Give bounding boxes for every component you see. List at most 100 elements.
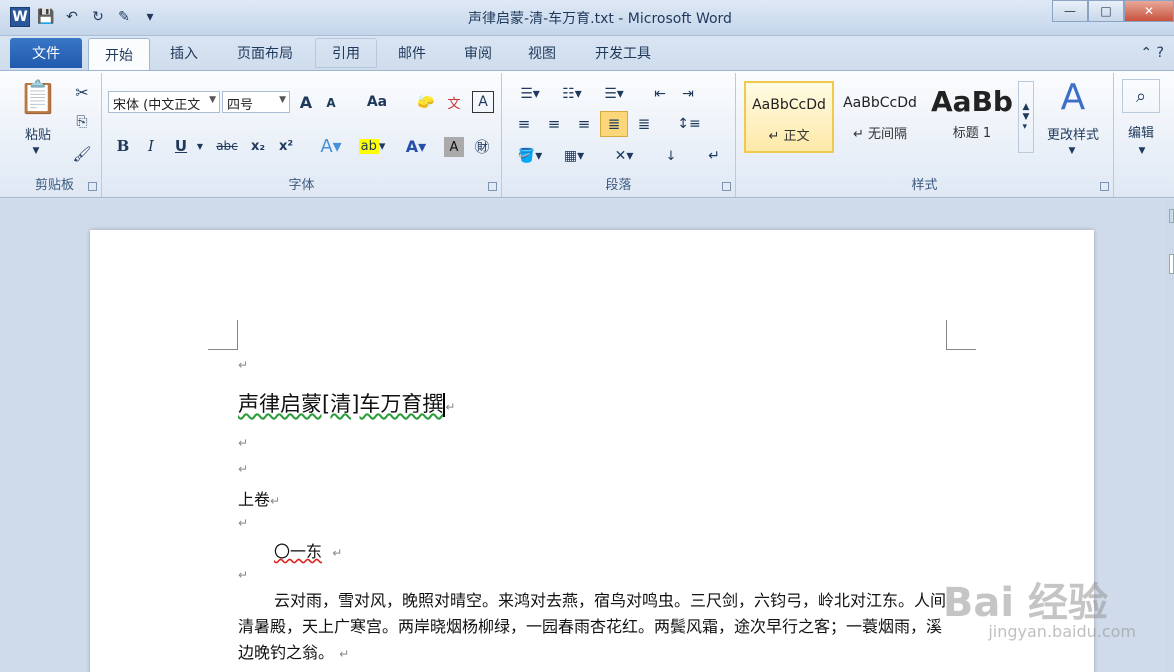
tab-file[interactable]: 文件 bbox=[10, 38, 82, 68]
clear-formatting-icon[interactable]: 🧽 bbox=[414, 91, 438, 113]
chapter-text: 〇一东 bbox=[274, 542, 323, 561]
ribbon: 📋 粘贴 ▼ ✂ ⎘ 🖌 剪贴板 宋体 (中文正文 ▼ 四号 ▼ A A Aa … bbox=[0, 70, 1174, 198]
tab-review[interactable]: 审阅 bbox=[450, 38, 506, 68]
style-heading-1[interactable]: AaBb 标题 1 bbox=[928, 81, 1016, 153]
minimize-button[interactable]: — bbox=[1052, 0, 1088, 22]
paste-dropdown-icon[interactable]: ▼ bbox=[26, 145, 46, 157]
align-right-icon[interactable]: ≡ bbox=[572, 113, 596, 135]
change-styles-dropdown-icon[interactable]: ▼ bbox=[1062, 145, 1082, 157]
tab-view[interactable]: 视图 bbox=[514, 38, 570, 68]
text-effects-icon[interactable]: A▾ bbox=[314, 135, 348, 157]
underline-button[interactable]: U bbox=[170, 135, 192, 157]
paste-icon[interactable]: 📋 bbox=[16, 77, 60, 117]
tab-mailings[interactable]: 邮件 bbox=[384, 38, 440, 68]
tab-home[interactable]: 开始 bbox=[88, 38, 150, 71]
subscript-button[interactable]: x₂ bbox=[246, 135, 270, 157]
tab-insert[interactable]: 插入 bbox=[156, 38, 212, 68]
justify-icon[interactable]: ≣ bbox=[600, 111, 628, 137]
style-sample: AaBb bbox=[931, 85, 1013, 118]
styles-scroll-icon[interactable]: ▲ ▼ ▾ bbox=[1018, 81, 1034, 153]
shading-icon[interactable]: 🪣▾ bbox=[512, 145, 548, 167]
highlight-color-icon[interactable]: ab ▾ bbox=[352, 135, 392, 157]
scroll-up-icon[interactable] bbox=[1169, 254, 1174, 274]
styles-launcher-icon[interactable] bbox=[1100, 182, 1109, 191]
style-no-spacing[interactable]: AaBbCcDd ↵ 无间隔 bbox=[836, 81, 924, 153]
sort-icon[interactable]: ↓ bbox=[658, 145, 684, 167]
customize-qat-icon[interactable]: ▾ bbox=[140, 7, 160, 27]
style-normal[interactable]: AaBbCcDd ↵ 正文 bbox=[744, 81, 834, 153]
style-name: ↵ 无间隔 bbox=[852, 127, 908, 142]
font-size-combo[interactable]: 四号 ▼ bbox=[222, 91, 290, 113]
change-styles-button[interactable]: 更改样式 bbox=[1036, 123, 1110, 143]
paste-button[interactable]: 粘贴 bbox=[16, 123, 60, 143]
multilevel-list-icon[interactable]: ☰▾ bbox=[596, 83, 632, 105]
undo-icon[interactable]: ↶ bbox=[62, 7, 82, 27]
watermark-url: jingyan.baidu.com bbox=[988, 622, 1136, 641]
copy-icon[interactable]: ⎘ bbox=[70, 111, 94, 133]
help-icon[interactable]: ⌃ ? bbox=[1140, 45, 1164, 61]
cut-icon[interactable]: ✂ bbox=[70, 81, 94, 103]
font-name-value: 宋体 (中文正文 bbox=[113, 98, 201, 113]
phonetic-guide-icon[interactable]: 文 bbox=[442, 91, 466, 113]
word-logo-icon[interactable]: W bbox=[10, 7, 30, 27]
close-button[interactable]: ✕ bbox=[1124, 0, 1174, 22]
format-painter-qat-icon[interactable]: ✎ bbox=[114, 7, 134, 27]
editing-button[interactable]: 编辑 bbox=[1118, 121, 1164, 141]
tab-developer[interactable]: 开发工具 bbox=[580, 38, 666, 68]
shrink-font-button[interactable]: A bbox=[320, 93, 342, 113]
underline-dropdown-icon[interactable]: ▼ bbox=[194, 137, 206, 155]
tab-page-layout[interactable]: 页面布局 bbox=[222, 38, 308, 68]
tab-references[interactable]: 引用 bbox=[315, 38, 377, 68]
character-border-icon[interactable]: A bbox=[472, 91, 494, 113]
ribbon-tabs: 文件 开始 插入 页面布局 引用 邮件 审阅 视图 开发工具 ⌃ ? bbox=[0, 36, 1174, 71]
margin-corner-top-right bbox=[946, 320, 976, 350]
font-launcher-icon[interactable] bbox=[488, 182, 497, 191]
align-left-icon[interactable]: ≡ bbox=[512, 113, 536, 135]
grow-font-button[interactable]: A bbox=[294, 91, 318, 113]
line-spacing-icon[interactable]: ↕≡ bbox=[672, 113, 706, 135]
change-styles-icon[interactable]: A bbox=[1040, 77, 1106, 118]
borders-icon[interactable]: ▦▾ bbox=[556, 145, 592, 167]
character-shading-icon[interactable]: A bbox=[444, 137, 464, 157]
binoculars-icon[interactable]: ⌕ bbox=[1122, 79, 1160, 113]
superscript-button[interactable]: x² bbox=[274, 135, 298, 157]
change-case-button[interactable]: Aa bbox=[360, 91, 394, 113]
paragraph-mark: ↵ bbox=[238, 516, 249, 530]
paragraph-mark: ↵ bbox=[270, 494, 281, 508]
increase-indent-icon[interactable]: ⇥ bbox=[676, 83, 700, 105]
strikethrough-button[interactable]: abc bbox=[212, 135, 242, 157]
bullets-icon[interactable]: ☰▾ bbox=[512, 83, 548, 105]
title-text: 声律启蒙[清]车万育撰 bbox=[238, 392, 444, 416]
font-name-combo[interactable]: 宋体 (中文正文 ▼ bbox=[108, 91, 220, 113]
redo-icon[interactable]: ↻ bbox=[88, 7, 108, 27]
bold-button[interactable]: B bbox=[112, 135, 134, 157]
numbering-icon[interactable]: ☷▾ bbox=[554, 83, 590, 105]
paragraph-mark: ↵ bbox=[339, 647, 350, 661]
chinese-layout-icon[interactable]: ✕▾ bbox=[606, 145, 642, 167]
italic-button[interactable]: I bbox=[140, 135, 162, 157]
style-name: 标题 1 bbox=[952, 126, 992, 141]
margin-corner-top-left bbox=[208, 320, 238, 350]
ruler-toggle-icon[interactable] bbox=[1169, 209, 1174, 223]
paragraph-mark: ↵ bbox=[238, 436, 249, 450]
format-painter-icon[interactable]: 🖌 bbox=[70, 143, 94, 165]
paragraph-group-label: 段落 bbox=[605, 178, 632, 193]
distributed-icon[interactable]: ≣ bbox=[632, 113, 656, 135]
decrease-indent-icon[interactable]: ⇤ bbox=[648, 83, 672, 105]
maximize-button[interactable]: □ bbox=[1088, 0, 1124, 22]
enclose-characters-icon[interactable]: ㊖ bbox=[470, 135, 494, 157]
show-marks-icon[interactable]: ↵ bbox=[702, 145, 726, 167]
empty-paragraph: ↵ bbox=[238, 462, 248, 476]
align-center-icon[interactable]: ≡ bbox=[542, 113, 566, 135]
quick-access-toolbar: W 💾 ↶ ↻ ✎ ▾ bbox=[10, 7, 160, 27]
editing-dropdown-icon[interactable]: ▼ bbox=[1132, 145, 1152, 157]
save-icon[interactable]: 💾 bbox=[36, 7, 56, 27]
title-bar: W 💾 ↶ ↻ ✎ ▾ 声律启蒙-清-车万育.txt - Microsoft W… bbox=[0, 0, 1174, 36]
clipboard-launcher-icon[interactable] bbox=[88, 182, 97, 191]
font-color-icon[interactable]: A▾ bbox=[398, 135, 434, 157]
paragraph-launcher-icon[interactable] bbox=[722, 182, 731, 191]
paragraph-mark: ↵ bbox=[445, 400, 456, 414]
style-sample: AaBbCcDd bbox=[752, 97, 826, 113]
styles-group: AaBbCcDd ↵ 正文 AaBbCcDd ↵ 无间隔 AaBb 标题 1 ▲… bbox=[736, 73, 1114, 197]
font-group-label: 字体 bbox=[288, 178, 315, 193]
